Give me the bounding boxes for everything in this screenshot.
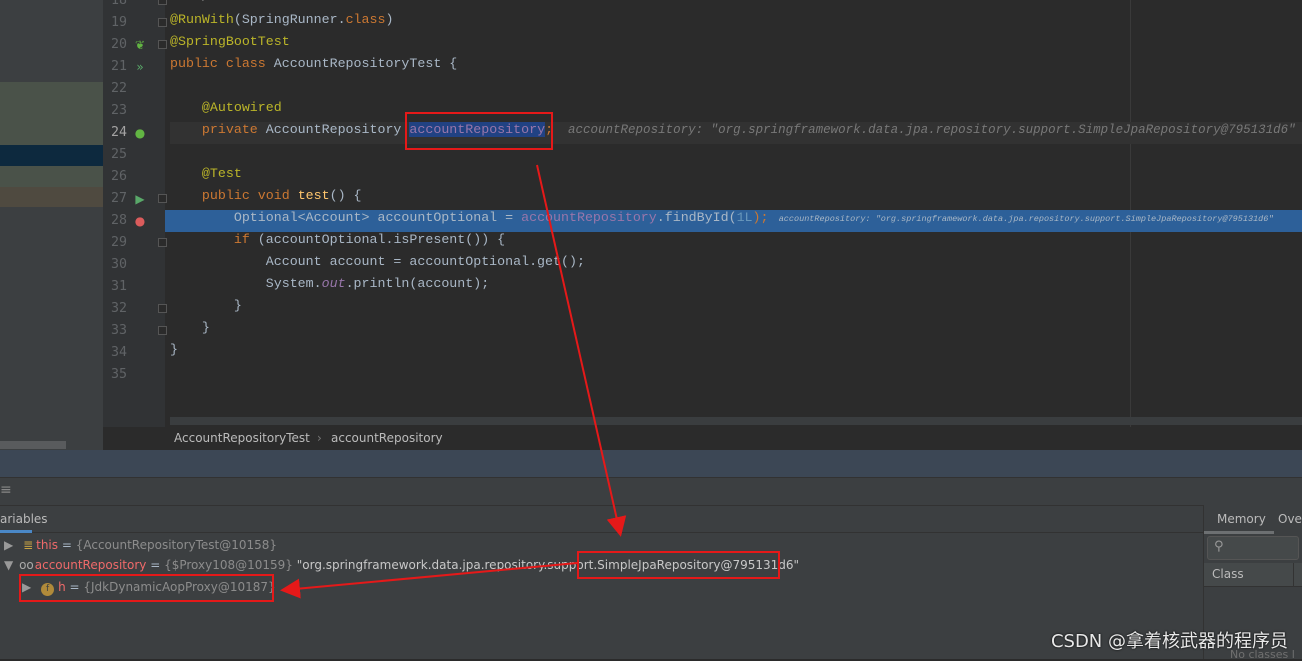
annotation-arrow-left (280, 562, 578, 599)
line-number[interactable]: 21 (103, 56, 127, 78)
annotation-arrows (280, 164, 627, 599)
fold-marker-icon[interactable] (158, 326, 167, 335)
line-number[interactable]: 32 (103, 298, 127, 320)
fold-marker-icon[interactable] (158, 304, 167, 313)
line-number[interactable]: 18 (103, 0, 127, 12)
line-number[interactable]: 19 (103, 12, 127, 34)
annotation-arrow-down (536, 164, 627, 537)
line-number[interactable]: 31 (103, 276, 127, 298)
fold-marker-icon[interactable] (158, 18, 167, 27)
line-number[interactable]: 26 (103, 166, 127, 188)
line-number[interactable]: 33 (103, 320, 127, 342)
fold-marker-icon[interactable] (158, 0, 167, 5)
line-number[interactable]: 27 (103, 188, 127, 210)
line-number[interactable]: 28 (103, 210, 127, 232)
fold-marker-icon[interactable] (158, 238, 167, 247)
line-number[interactable]: 30 (103, 254, 127, 276)
fold-marker-icon[interactable] (158, 194, 167, 203)
line-number[interactable]: 24 (103, 122, 127, 144)
line-number[interactable]: 25 (103, 144, 127, 166)
line-number[interactable]: 34 (103, 342, 127, 364)
fold-marker-icon[interactable] (158, 40, 167, 49)
line-number[interactable]: 22 (103, 78, 127, 100)
watermark: CSDN @拿着核武器的程序员 (1050, 631, 1288, 652)
line-number[interactable]: 35 (103, 364, 127, 386)
line-number[interactable]: 20 (103, 34, 127, 56)
line-number[interactable]: 23 (103, 100, 127, 122)
line-number[interactable]: 29 (103, 232, 127, 254)
